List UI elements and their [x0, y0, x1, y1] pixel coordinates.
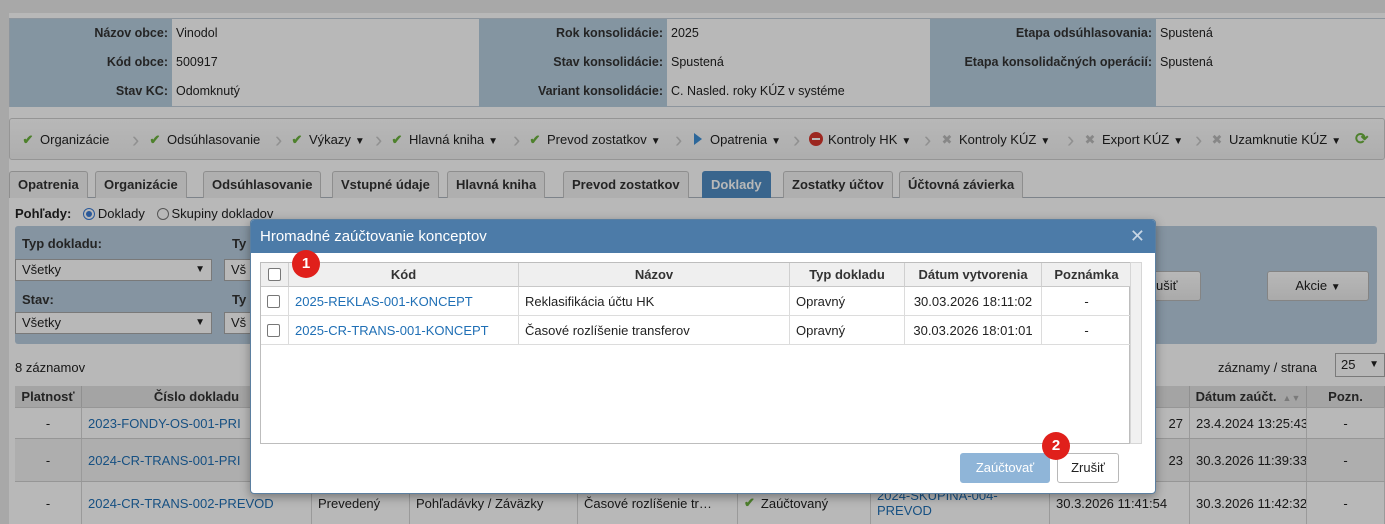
- close-icon[interactable]: ✕: [1130, 220, 1145, 253]
- step-badge-1: 1: [292, 250, 320, 278]
- cell-kod[interactable]: 2025-REKLAS-001-KONCEPT: [289, 287, 519, 316]
- step-badge-2: 2: [1042, 432, 1070, 460]
- col-kod: Kód: [289, 263, 519, 287]
- concepts-table: Kód Názov Typ dokladu Dátum vytvorenia P…: [260, 262, 1131, 444]
- cell-typ: Opravný: [790, 316, 905, 345]
- col-nazov: Názov: [519, 263, 790, 287]
- cell-nazov: Reklasifikácia účtu HK: [519, 287, 790, 316]
- dialog-header: Hromadné zaúčtovanie konceptov ✕: [251, 220, 1155, 253]
- concept-link[interactable]: 2025-CR-TRANS-001-KONCEPT: [295, 323, 489, 338]
- concept-link[interactable]: 2025-REKLAS-001-KONCEPT: [295, 294, 473, 309]
- col-typ-dokladu: Typ dokladu: [790, 263, 905, 287]
- dialog-title: Hromadné zaúčtovanie konceptov: [260, 228, 487, 245]
- row-checkbox[interactable]: [267, 324, 280, 337]
- col-select-all: [261, 263, 289, 287]
- cell-typ: Opravný: [790, 287, 905, 316]
- cell-kod[interactable]: 2025-CR-TRANS-001-KONCEPT: [289, 316, 519, 345]
- cell-poznamka: -: [1084, 323, 1089, 338]
- select-all-checkbox[interactable]: [268, 268, 281, 281]
- row-checkbox-cell: [261, 316, 289, 345]
- cell-poznamka: -: [1084, 294, 1089, 309]
- concept-row[interactable]: 2025-CR-TRANS-001-KONCEPT Časové rozlíše…: [261, 316, 1131, 345]
- cell-nazov: Časové rozlíšenie transferov: [519, 316, 790, 345]
- col-poznamka: Poznámka: [1042, 263, 1131, 287]
- bulk-posting-dialog: Hromadné zaúčtovanie konceptov ✕ Kód Názo…: [250, 219, 1156, 494]
- cell-datum: 30.03.2026 18:01:01: [905, 316, 1042, 345]
- zrusit-button[interactable]: Zrušiť: [1057, 453, 1119, 483]
- row-checkbox[interactable]: [267, 295, 280, 308]
- concept-row[interactable]: 2025-REKLAS-001-KONCEPT Reklasifikácia ú…: [261, 287, 1131, 316]
- cell-datum: 30.03.2026 18:11:02: [905, 287, 1042, 316]
- col-datum-vytvorenia: Dátum vytvorenia: [905, 263, 1042, 287]
- row-checkbox-cell: [261, 287, 289, 316]
- scrollbar[interactable]: [1130, 262, 1142, 444]
- zauctovat-button[interactable]: Zaúčtovať: [960, 453, 1050, 483]
